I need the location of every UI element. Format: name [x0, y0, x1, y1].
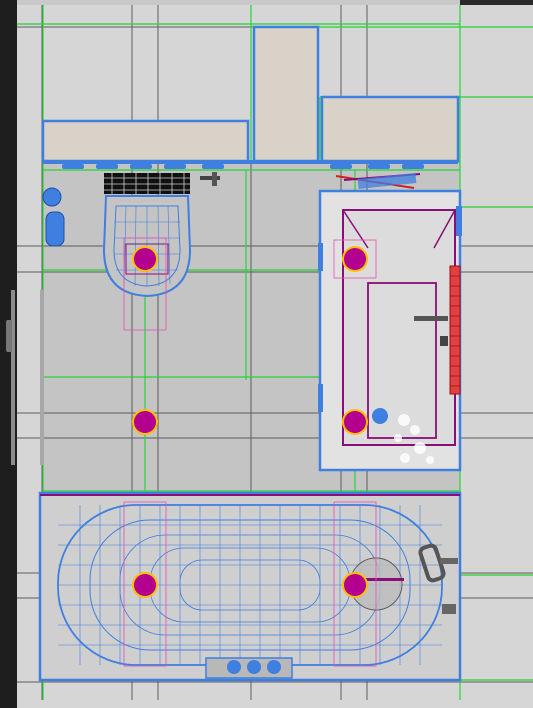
toilet[interactable]	[102, 173, 192, 298]
bathtub[interactable]	[38, 491, 462, 682]
light-2	[342, 246, 368, 272]
light-6	[342, 572, 368, 598]
light-3	[132, 409, 158, 435]
light-5	[132, 572, 158, 598]
shower-cabin[interactable]	[318, 172, 462, 472]
light-4	[342, 409, 368, 435]
radiator[interactable]	[449, 265, 461, 395]
wall-accessories[interactable]	[42, 187, 65, 247]
3d-viewport[interactable]	[0, 0, 533, 708]
scene-canvas[interactable]	[0, 0, 533, 708]
viewport-top-corner	[460, 0, 533, 5]
wall-frame-bottom	[17, 700, 533, 708]
light-1	[132, 246, 158, 272]
